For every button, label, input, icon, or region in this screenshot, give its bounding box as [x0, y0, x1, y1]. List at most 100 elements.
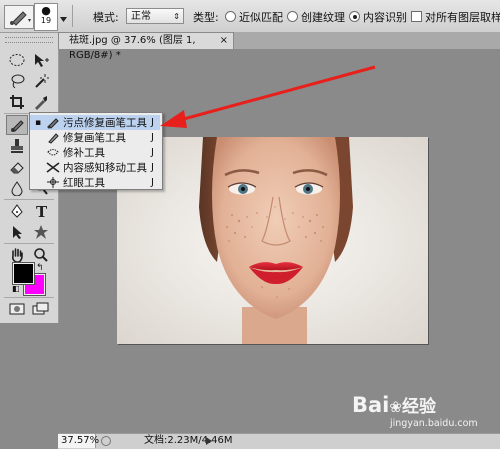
divider — [72, 5, 73, 27]
marquee-icon — [9, 54, 25, 66]
toolbar-divider — [4, 199, 54, 200]
mode-select-value: 正常 — [131, 11, 151, 22]
type-option-label: 内容识别 — [363, 11, 407, 24]
toolbar-divider — [4, 297, 54, 298]
zoom-tool[interactable] — [30, 245, 52, 265]
shape-icon — [34, 225, 48, 239]
document-canvas[interactable] — [117, 137, 428, 344]
paw-icon: ❀ — [389, 398, 402, 416]
water-drop-icon — [11, 181, 23, 196]
mode-select[interactable]: 正常 ⇕ — [126, 8, 184, 24]
spot-healing-brush-icon — [46, 116, 60, 129]
document-tab[interactable]: 祛斑.jpg @ 37.6% (图层 1, RGB/8#) * × — [58, 32, 234, 61]
quick-mask-icon — [9, 303, 25, 315]
hand-icon — [12, 248, 23, 263]
path-selection-tool[interactable] — [6, 222, 28, 242]
chevron-down-icon[interactable] — [60, 12, 67, 25]
menu-item-shortcut: J — [151, 147, 154, 158]
type-label: 类型: — [193, 11, 219, 24]
panel-grip[interactable] — [5, 37, 53, 43]
default-colors-icon[interactable]: ◧ — [12, 284, 20, 293]
screen-mode-button[interactable] — [30, 299, 52, 319]
document-tab-title: 祛斑.jpg @ 37.6% (图层 1, RGB/8#) * — [69, 35, 196, 61]
brush-size-picker[interactable]: ● 19 — [34, 3, 58, 31]
document-size-info: 文档:2.23M/4.46M — [144, 435, 233, 446]
menu-item-spot-healing-brush[interactable]: ▪ 污点修复画笔工具 J — [30, 115, 160, 130]
selected-bullet-icon: ▪ — [35, 117, 42, 128]
hand-tool[interactable] — [6, 245, 28, 265]
zoom-level-value: 37.57% — [61, 435, 100, 446]
pen-icon — [11, 204, 23, 218]
eraser-icon — [10, 162, 24, 174]
close-icon[interactable]: × — [220, 33, 228, 48]
status-bar: 37.57% 文档:2.23M/4.46M — [58, 433, 500, 449]
play-arrow-icon[interactable] — [206, 437, 212, 445]
tool-preset-picker[interactable] — [4, 5, 34, 29]
type-option-label: 创建纹理 — [301, 11, 345, 24]
baidu-watermark-logo: Bai❀经验 — [352, 392, 436, 417]
eraser-tool[interactable] — [6, 157, 28, 177]
mode-label: 模式: — [93, 11, 119, 24]
sample-all-layers-label: 对所有图层取样 — [425, 11, 500, 24]
watermark-brand-tail: 经验 — [401, 397, 436, 417]
type-icon: T — [36, 203, 48, 219]
crop-tool[interactable] — [6, 92, 28, 112]
type-radio-proximity-match[interactable] — [225, 11, 236, 22]
menu-item-shortcut: J — [151, 177, 154, 188]
lasso-icon — [11, 74, 25, 89]
stamp-icon — [11, 139, 23, 153]
menu-item-healing-brush[interactable]: 修复画笔工具 J — [30, 130, 160, 145]
select-arrows-icon: ⇕ — [173, 12, 180, 21]
screen-mode-icon — [32, 302, 49, 315]
magic-wand-tool[interactable] — [30, 71, 52, 91]
quick-mask-button[interactable] — [6, 299, 28, 319]
menu-item-shortcut: J — [151, 162, 154, 173]
spot-healing-brush-icon — [10, 11, 31, 26]
healing-brush-icon — [46, 131, 60, 144]
watermark-url: jingyan.baidu.com — [390, 418, 478, 429]
eyedropper-tool[interactable] — [30, 92, 52, 112]
lasso-tool[interactable] — [6, 71, 28, 91]
type-radio-create-texture[interactable] — [287, 11, 298, 22]
content-aware-move-icon — [46, 161, 60, 174]
type-option-label: 近似匹配 — [239, 11, 283, 24]
annotation-arrow — [160, 65, 376, 128]
foreground-color-swatch[interactable] — [12, 262, 35, 285]
menu-item-label: 内容感知移动工具 — [63, 162, 147, 174]
brush-size-value: 19 — [40, 16, 52, 25]
menu-item-content-aware-move[interactable]: 内容感知移动工具 J — [30, 160, 160, 175]
crop-icon — [10, 95, 24, 109]
toolbar-divider — [4, 243, 54, 244]
menu-item-red-eye[interactable]: 红眼工具 J — [30, 175, 160, 190]
options-bar: ● 19 模式: 正常 ⇕ 类型: 近似匹配 创建纹理 内容识别 对所有图层取样 — [0, 0, 500, 33]
menu-item-label: 污点修复画笔工具 — [63, 117, 147, 129]
type-radio-content-aware[interactable] — [349, 11, 360, 22]
blur-tool[interactable] — [6, 178, 28, 198]
magnifier-icon — [34, 248, 48, 262]
spot-healing-brush-icon — [11, 120, 24, 132]
menu-item-patch[interactable]: 修补工具 J — [30, 145, 160, 160]
custom-shape-tool[interactable] — [30, 222, 52, 242]
spot-healing-brush-tool[interactable] — [6, 115, 28, 135]
watermark-brand: Bai — [352, 393, 390, 417]
path-select-icon — [13, 226, 22, 239]
healing-tools-flyout-menu: ▪ 污点修复画笔工具 J 修复画笔工具 J 修补工具 J 内容感知移动工具 J … — [29, 112, 163, 190]
swap-colors-icon[interactable]: ↰ — [36, 263, 44, 273]
portrait-photo — [117, 137, 428, 344]
menu-item-label: 修复画笔工具 — [63, 132, 126, 144]
status-info-icon[interactable] — [101, 436, 111, 446]
move-tool[interactable] — [30, 50, 52, 70]
document-tab-bar: 祛斑.jpg @ 37.6% (图层 1, RGB/8#) * × — [58, 32, 500, 61]
type-tool[interactable]: T — [30, 201, 52, 221]
sample-all-layers-checkbox[interactable] — [411, 11, 422, 22]
brush-dot-icon: ● — [41, 4, 51, 17]
zoom-level-field[interactable]: 37.57% — [58, 434, 100, 448]
svg-text:T: T — [36, 203, 48, 219]
rectangular-marquee-tool[interactable] — [6, 50, 28, 70]
menu-item-label: 红眼工具 — [63, 177, 105, 189]
pen-tool[interactable] — [6, 201, 28, 221]
move-icon — [35, 54, 49, 67]
menu-item-label: 修补工具 — [63, 147, 105, 159]
clone-stamp-tool[interactable] — [6, 136, 28, 156]
red-eye-icon — [46, 176, 60, 189]
